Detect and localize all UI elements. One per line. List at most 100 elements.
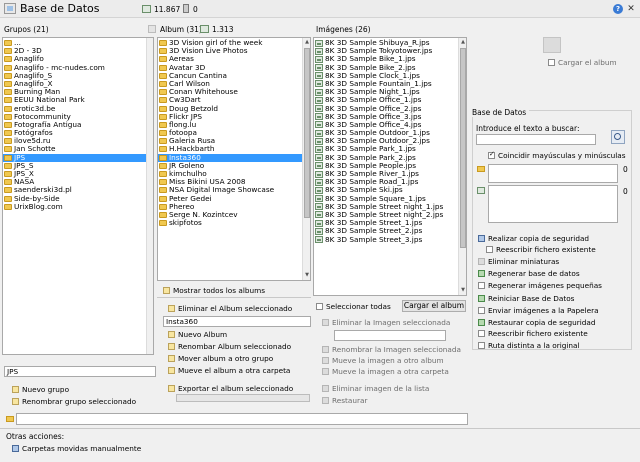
select-all-checkbox[interactable]: Seleccionar todas xyxy=(316,302,391,311)
backup-button[interactable]: Realizar copia de seguridad xyxy=(478,234,589,243)
show-all-albums-button[interactable]: Mostrar todos los albums xyxy=(163,286,265,295)
image-file-icon xyxy=(315,64,323,72)
move-image-folder-button[interactable]: Mueve la imagen a otra carpeta xyxy=(322,367,449,376)
folder-icon xyxy=(4,187,12,194)
albums-list[interactable]: 3D Vision girl of the week 3D Vision Live… xyxy=(157,37,311,281)
images-scrollbar[interactable]: ▲ ▼ xyxy=(458,38,466,295)
image-name-input[interactable] xyxy=(334,330,446,341)
folder-icon xyxy=(4,97,12,104)
send-trash-checkbox[interactable]: Enviar imágenes a la Papelera xyxy=(478,306,599,315)
match-case-checkbox[interactable]: Coincidir mayúsculas y minúsculas xyxy=(488,150,626,160)
images-icon xyxy=(142,5,151,13)
image-file-icon xyxy=(315,137,323,145)
albums-scrollbar[interactable]: ▲ ▼ xyxy=(302,38,310,280)
restore-image-button[interactable]: Restaurar xyxy=(322,396,367,405)
folder-icon xyxy=(159,203,167,210)
move-album-folder-button[interactable]: Mueve el album a otra carpeta xyxy=(168,366,290,375)
folder-icon xyxy=(4,121,12,128)
folder-result-count: 0 xyxy=(623,165,628,174)
search-input[interactable] xyxy=(476,134,596,145)
folder-result-icon xyxy=(477,166,485,172)
other-actions-label: Otras acciones: xyxy=(6,432,65,441)
folder-icon xyxy=(159,146,167,153)
overwrite-box[interactable] xyxy=(486,246,493,253)
overwrite-checkbox[interactable]: Reescribir fichero existente xyxy=(486,245,596,254)
load-album-box[interactable] xyxy=(548,59,555,66)
overwrite2-box[interactable] xyxy=(478,330,485,337)
image-file-icon xyxy=(315,219,323,227)
help-icon[interactable]: ? xyxy=(613,4,623,14)
images-header: Imágenes (26) xyxy=(316,25,371,34)
albums-scroll-thumb[interactable] xyxy=(304,48,310,218)
regenerate-db-button[interactable]: Regenerar base de datos xyxy=(478,269,580,278)
folder-icon xyxy=(159,130,167,137)
image-result-icon xyxy=(477,187,485,194)
moved-folders-button[interactable]: Carpetas movidas manualmente xyxy=(12,444,141,453)
new-group-button[interactable]: Nuevo grupo xyxy=(12,385,69,394)
image-results-box[interactable] xyxy=(488,185,618,223)
load-album-button[interactable]: Cargar el album xyxy=(402,300,466,312)
image-file-icon xyxy=(315,121,323,129)
groups-list-item[interactable]: UrixBlog.com xyxy=(3,202,146,211)
images-scroll-thumb[interactable] xyxy=(460,48,466,248)
image-file-icon xyxy=(315,145,323,153)
images-list-item[interactable]: 8K 3D Sample Street_3.jps xyxy=(314,234,458,244)
trash-icon xyxy=(183,4,189,13)
rename-group-button[interactable]: Renombrar grupo seleccionado xyxy=(12,397,136,406)
window-title: Base de Datos xyxy=(20,2,100,15)
group-name-input[interactable]: JPS xyxy=(4,366,156,377)
delete-image-button[interactable]: Eliminar la Imagen seleccionada xyxy=(322,318,450,327)
overwrite2-checkbox[interactable]: Reescribir fichero existente xyxy=(478,329,588,338)
restore-backup-button[interactable]: Restaurar copia de seguridad xyxy=(478,318,595,327)
folder-icon xyxy=(4,72,12,79)
regenerate-small-box[interactable] xyxy=(478,282,485,289)
album-name-input[interactable]: Insta360 xyxy=(163,316,311,327)
new-group-icon xyxy=(12,386,19,393)
export-album-button[interactable]: Exportar el album seleccionado xyxy=(168,384,293,393)
rename-image-button[interactable]: Renombrar la Imagen seleccionada xyxy=(322,345,461,354)
albums-scroll-down[interactable]: ▼ xyxy=(303,272,310,278)
folder-icon xyxy=(4,40,12,46)
images-list[interactable]: 8K 3D Sample Shibuya_R.jps 8K 3D Sample T… xyxy=(313,37,467,296)
albums-list-item[interactable]: skipfotos xyxy=(158,219,302,227)
restart-db-button[interactable]: Reiniciar Base de Datos xyxy=(478,294,575,303)
regenerate-small-checkbox[interactable]: Regenerar imágenes pequeñas xyxy=(478,281,602,290)
folder-icon xyxy=(4,162,12,169)
groups-header: Grupos (21) xyxy=(4,25,49,34)
delete-thumbnails-icon xyxy=(478,258,485,265)
send-trash-box[interactable] xyxy=(478,307,485,314)
delete-thumbnails-button[interactable]: Eliminar miniaturas xyxy=(478,257,559,266)
move-album-group-button[interactable]: Mover album a otro grupo xyxy=(168,354,273,363)
folder-icon xyxy=(159,89,167,96)
groups-list[interactable]: ... 2D - 3D Anaglifo Anaglifo - mc-nudes.co… xyxy=(2,37,154,355)
folder-icon xyxy=(4,171,12,177)
match-case-box[interactable] xyxy=(488,150,495,159)
other-path-box[interactable] xyxy=(478,342,485,349)
image-file-icon xyxy=(315,186,323,194)
image-count: 11.867 xyxy=(154,5,181,14)
regenerate-db-icon xyxy=(478,270,485,277)
export-progress-bar xyxy=(176,394,310,402)
images-scroll-down[interactable]: ▼ xyxy=(459,287,466,293)
search-icon xyxy=(614,133,621,140)
folder-icon xyxy=(159,105,167,112)
move-album-folder-icon xyxy=(168,367,175,374)
remove-image-list-button[interactable]: Eliminar imagen de la lista xyxy=(322,384,429,393)
select-all-box[interactable] xyxy=(316,303,323,310)
groups-scrollbar[interactable] xyxy=(146,38,153,354)
folder-icon xyxy=(159,113,167,120)
other-path-checkbox[interactable]: Ruta distinta a la original xyxy=(478,341,580,350)
image-file-icon xyxy=(315,170,323,178)
images-scroll-up[interactable]: ▲ xyxy=(459,39,466,45)
albums-scroll-up[interactable]: ▲ xyxy=(303,39,310,45)
folder-results-box[interactable] xyxy=(488,164,618,183)
new-album-button[interactable]: Nuevo Album xyxy=(168,330,227,339)
move-image-album-button[interactable]: Mueve la imagen a otro album xyxy=(322,356,444,365)
folder-icon xyxy=(159,179,167,186)
load-album-checkbox[interactable]: Cargar el album xyxy=(548,58,617,67)
images-item-label: 8K 3D Sample Street_3.jps xyxy=(325,234,423,244)
close-icon[interactable]: ✕ xyxy=(626,4,636,14)
rename-album-button[interactable]: Renombar Album seleccionado xyxy=(168,342,291,351)
path-input[interactable] xyxy=(16,413,468,425)
delete-album-button[interactable]: Eliminar el Album seleccionado xyxy=(168,304,292,313)
